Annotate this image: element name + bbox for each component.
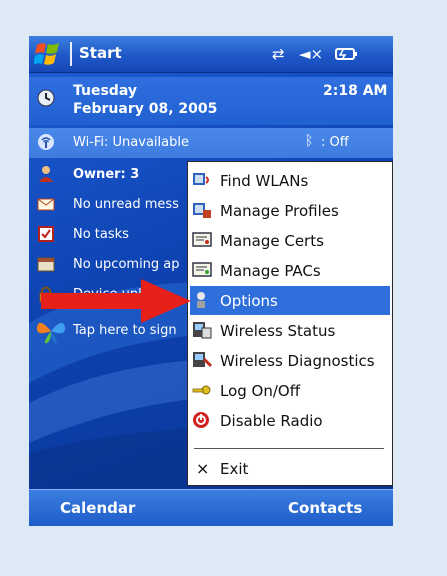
menu-item-label: Wireless Status: [220, 322, 336, 340]
calendar-softkey[interactable]: Calendar: [60, 499, 135, 517]
battery-icon[interactable]: [335, 46, 359, 62]
pac-icon: [192, 262, 212, 277]
wireless-popup-menu: Find WLANs Manage Profiles Manage Certs …: [187, 161, 393, 486]
menu-divider: [194, 448, 384, 449]
bluetooth-icon: ᛒ: [305, 133, 314, 149]
signin-label: Tap here to sign: [73, 323, 177, 338]
appointments-label: No upcoming ap: [73, 257, 180, 272]
menu-item-label: Manage Certs: [220, 232, 324, 250]
title-separator: [70, 42, 72, 66]
date-label: February 08, 2005: [73, 101, 218, 117]
title-bar: Start ⇄ ◄×: [29, 36, 393, 73]
owner-label: Owner: 3: [73, 167, 140, 182]
menu-item-label: Manage PACs: [220, 262, 321, 280]
exit-icon: ×: [196, 459, 210, 478]
clock-icon: [37, 89, 55, 107]
tasks-label: No tasks: [73, 227, 129, 242]
contacts-softkey[interactable]: Contacts: [288, 499, 362, 517]
softkey-bar: Calendar Contacts: [29, 489, 393, 526]
messages-label: No unread mess: [73, 197, 179, 212]
key-icon: [192, 385, 211, 395]
wifi-row[interactable]: Wi-Fi: Unavailable ᛒ : Off: [29, 128, 393, 158]
speaker-muted-icon[interactable]: ◄×: [299, 45, 323, 63]
menu-item-label: Exit: [220, 460, 249, 478]
menu-item-label: Manage Profiles: [220, 202, 339, 220]
menu-item-exit[interactable]: × Exit: [190, 454, 390, 483]
menu-item-label: Disable Radio: [220, 412, 323, 430]
time-label: 2:18 AM: [323, 83, 388, 99]
menu-item-wireless-status[interactable]: Wireless Status: [190, 316, 390, 345]
wifi-status: Wi-Fi: Unavailable: [73, 135, 189, 150]
connectivity-icon[interactable]: ⇄: [272, 45, 285, 63]
menu-item-find-wlans[interactable]: Find WLANs: [190, 166, 390, 195]
disable-radio-icon: [193, 412, 209, 428]
options-icon: [197, 292, 205, 308]
wireless-diagnostics-icon: [193, 352, 212, 368]
bluetooth-status: : Off: [321, 135, 349, 150]
manage-profiles-icon: [193, 203, 211, 218]
start-title[interactable]: Start: [79, 44, 122, 62]
day-label: Tuesday: [73, 83, 137, 99]
menu-item-label: Options: [220, 292, 278, 310]
windows-flag-icon[interactable]: [34, 41, 62, 67]
menu-item-wireless-diagnostics[interactable]: Wireless Diagnostics: [190, 346, 390, 375]
menu-item-label: Wireless Diagnostics: [220, 352, 375, 370]
menu-item-disable-radio[interactable]: Disable Radio: [190, 406, 390, 435]
menu-item-manage-pacs[interactable]: Manage PACs: [190, 256, 390, 285]
date-time-row[interactable]: Tuesday February 08, 2005 2:18 AM: [29, 77, 393, 125]
menu-item-options[interactable]: Options: [190, 286, 390, 315]
menu-item-manage-certs[interactable]: Manage Certs: [190, 226, 390, 255]
red-arrow-annotation: [41, 279, 191, 323]
wireless-status-icon: [193, 322, 212, 339]
menu-item-manage-profiles[interactable]: Manage Profiles: [190, 196, 390, 225]
menu-item-label: Log On/Off: [220, 382, 301, 400]
find-wlans-icon: [193, 173, 209, 185]
menu-item-log-on-off[interactable]: Log On/Off: [190, 376, 390, 405]
tasks-icon: [38, 226, 54, 242]
owner-icon: [39, 166, 53, 182]
calendar-icon: [37, 257, 55, 272]
mail-icon: [37, 198, 55, 211]
wifi-antenna-icon: [38, 134, 54, 150]
certificate-icon: [192, 232, 212, 247]
menu-item-label: Find WLANs: [220, 172, 309, 190]
